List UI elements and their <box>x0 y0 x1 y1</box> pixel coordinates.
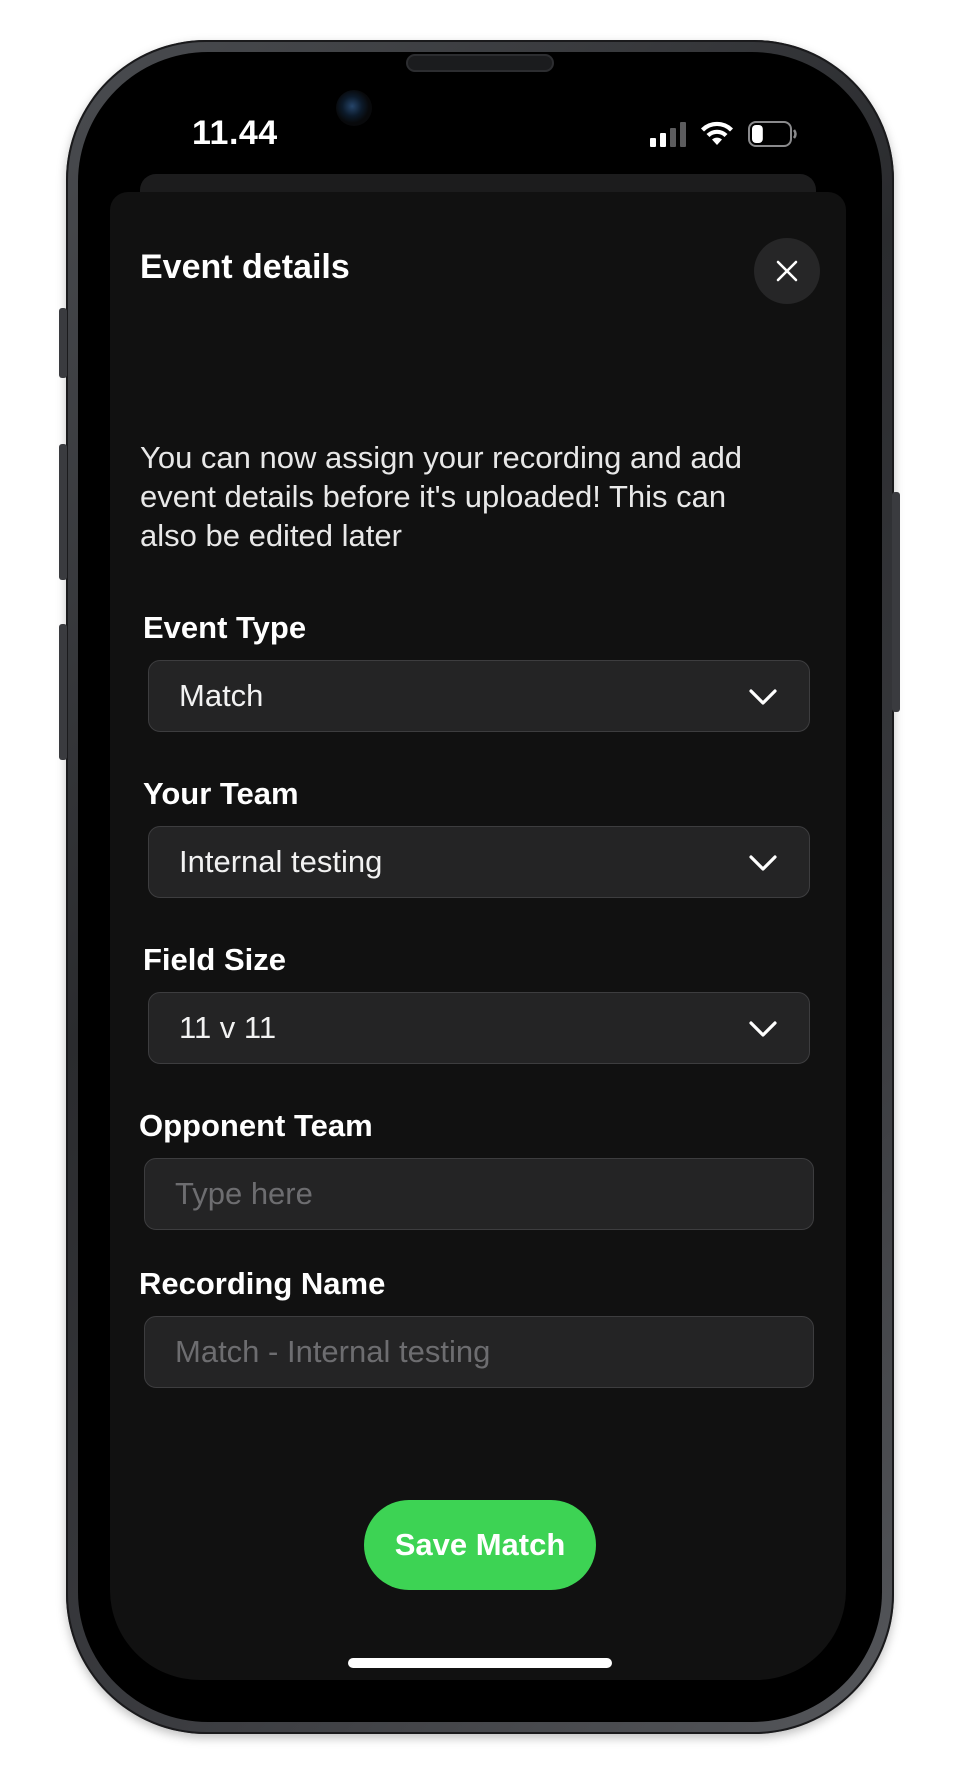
recording-name-field[interactable] <box>144 1316 814 1388</box>
intro-text: You can now assign your recording and ad… <box>140 440 743 553</box>
close-icon <box>776 260 798 282</box>
close-button[interactable] <box>754 238 820 304</box>
front-camera <box>336 90 372 126</box>
field-size-value: 11 v 11 <box>179 1010 277 1045</box>
event-type-select[interactable]: Match <box>148 660 810 732</box>
recording-name-label: Recording Name <box>139 1266 386 1301</box>
field-size-select[interactable]: 11 v 11 <box>148 992 810 1064</box>
event-type-label: Event Type <box>143 610 307 645</box>
your-team-label: Your Team <box>143 776 299 811</box>
save-match-button[interactable]: Save Match <box>364 1500 596 1590</box>
wifi-icon <box>701 121 733 145</box>
home-indicator <box>348 1658 612 1668</box>
your-team-value: Internal testing <box>179 844 383 879</box>
volume-up-button <box>59 444 67 580</box>
battery-icon <box>748 121 797 147</box>
sheet-title: Event details <box>140 248 350 286</box>
cellular-signal-icon <box>650 121 686 147</box>
opponent-team-label: Opponent Team <box>139 1108 373 1143</box>
recording-name-input[interactable] <box>175 1334 813 1370</box>
opponent-team-field[interactable] <box>144 1158 814 1230</box>
your-team-select[interactable]: Internal testing <box>148 826 810 898</box>
status-time: 11.44 <box>192 114 278 152</box>
speaker-grill <box>406 54 554 72</box>
chevron-down-icon <box>749 855 777 871</box>
chevron-down-icon <box>749 689 777 705</box>
event-type-value: Match <box>179 678 264 713</box>
opponent-team-input[interactable] <box>175 1176 813 1212</box>
action-button <box>59 308 67 378</box>
chevron-down-icon <box>749 1021 777 1037</box>
power-button <box>892 492 900 712</box>
status-icons <box>650 118 798 150</box>
event-details-sheet: Event details You can now assign your re… <box>110 192 846 1680</box>
field-size-label: Field Size <box>143 942 286 977</box>
volume-down-button <box>59 624 67 760</box>
